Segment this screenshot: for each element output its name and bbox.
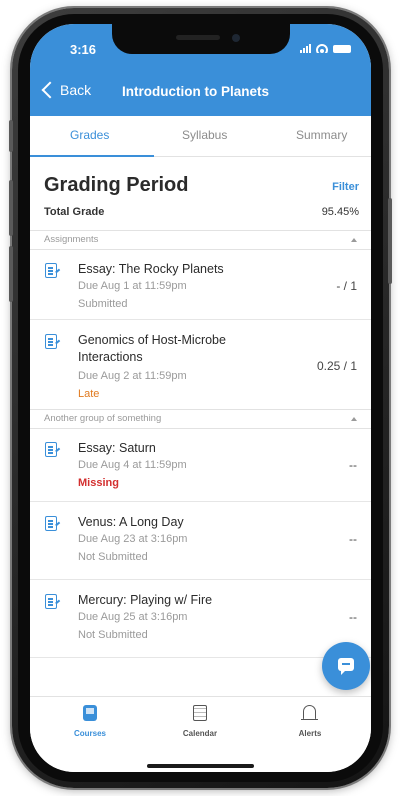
assignment-icon (45, 516, 57, 531)
chevron-left-icon (41, 81, 59, 99)
home-indicator (147, 764, 254, 768)
app-screen: 3:16 Back Introduction to Planets Grades… (30, 24, 371, 772)
assignment-score: - / 1 (336, 279, 357, 293)
tab-bar: Grades Syllabus Summary (30, 116, 371, 157)
assignment-icon (45, 263, 57, 278)
tab-summary[interactable]: Summary (296, 128, 347, 142)
status-icons (300, 44, 351, 53)
assignment-status: Missing (78, 477, 119, 489)
assignment-due: Due Aug 23 at 3:16pm (78, 533, 188, 545)
active-tab-indicator (30, 155, 154, 157)
assignment-row[interactable]: Venus: A Long Day Due Aug 23 at 3:16pm N… (30, 502, 371, 580)
assignment-status: Submitted (78, 298, 128, 310)
bottom-nav: Courses Calendar Alerts (30, 696, 371, 772)
group-header-another-group[interactable]: Another group of something (30, 409, 371, 429)
grading-period-title: Grading Period (44, 174, 189, 196)
assignment-status: Not Submitted (78, 629, 148, 641)
bottom-tab-label: Alerts (298, 729, 322, 738)
assignment-score: -- (349, 532, 357, 546)
courses-icon (83, 705, 97, 721)
assignment-title: Venus: A Long Day (78, 515, 184, 529)
back-button[interactable]: Back (40, 81, 92, 99)
collapse-caret-icon (351, 238, 357, 242)
calendar-icon (193, 705, 207, 721)
assignment-due: Due Aug 1 at 11:59pm (78, 280, 187, 292)
assignment-row[interactable]: Essay: Saturn Due Aug 4 at 11:59pm Missi… (30, 428, 371, 502)
nav-bar: Back Introduction to Planets (30, 76, 371, 108)
total-grade-value: 95.45% (321, 206, 359, 218)
back-label: Back (60, 82, 92, 98)
assignment-title: Essay: The Rocky Planets (78, 262, 224, 276)
speaker-grille (176, 35, 220, 40)
total-grade-label: Total Grade (44, 206, 105, 218)
app-header: 3:16 Back Introduction to Planets (30, 24, 371, 116)
group-label: Assignments (44, 234, 99, 245)
power-button (388, 198, 392, 284)
group-label: Another group of something (44, 413, 162, 424)
assignment-icon (45, 334, 57, 349)
assignment-due: Due Aug 25 at 3:16pm (78, 611, 188, 623)
tab-grades[interactable]: Grades (70, 128, 109, 142)
assignment-status: Late (78, 388, 100, 400)
page-title: Introduction to Planets (122, 84, 269, 99)
assignment-row[interactable]: Essay: The Rocky Planets Due Aug 1 at 11… (30, 249, 371, 320)
filter-button[interactable]: Filter (332, 181, 359, 193)
assignment-title: Essay: Saturn (78, 441, 156, 455)
assignment-title: Genomics of Host-Microbe Interactions (78, 333, 226, 364)
assignment-status: Not Submitted (78, 551, 148, 563)
assignment-due: Due Aug 4 at 11:59pm (78, 459, 187, 471)
assignment-score: -- (349, 458, 357, 472)
bottom-tab-alerts[interactable]: Alerts (270, 697, 350, 749)
notch (112, 24, 290, 54)
assignment-icon (45, 442, 57, 457)
bottom-tab-label: Courses (73, 729, 106, 738)
collapse-caret-icon (351, 417, 357, 421)
assignment-title: Mercury: Playing w/ Fire (78, 593, 213, 607)
volume-down-button (9, 246, 13, 302)
assignment-score: 0.25 / 1 (316, 359, 357, 373)
chat-bubble-icon (338, 658, 354, 675)
assignment-row[interactable]: Mercury: Playing w/ Fire Due Aug 25 at 3… (30, 580, 371, 658)
camera-icon (232, 34, 240, 42)
battery-icon (333, 44, 351, 53)
wifi-icon (316, 44, 328, 53)
assignment-due: Due Aug 2 at 11:59pm (78, 370, 187, 382)
bell-icon (301, 705, 318, 720)
assignment-score: -- (349, 610, 357, 624)
mute-switch (9, 120, 13, 152)
status-time: 3:16 (70, 42, 97, 57)
assignment-icon (45, 594, 57, 609)
bottom-tab-courses[interactable]: Courses (50, 697, 130, 749)
group-header-assignments[interactable]: Assignments (30, 230, 371, 250)
signal-icon (300, 44, 311, 53)
volume-up-button (9, 180, 13, 236)
tab-syllabus[interactable]: Syllabus (182, 128, 227, 142)
bottom-tab-label: Calendar (182, 729, 218, 738)
chat-fab-button[interactable] (322, 642, 370, 690)
bottom-tab-calendar[interactable]: Calendar (160, 697, 240, 749)
assignment-row[interactable]: Genomics of Host-Microbe Interactions Du… (30, 320, 371, 410)
